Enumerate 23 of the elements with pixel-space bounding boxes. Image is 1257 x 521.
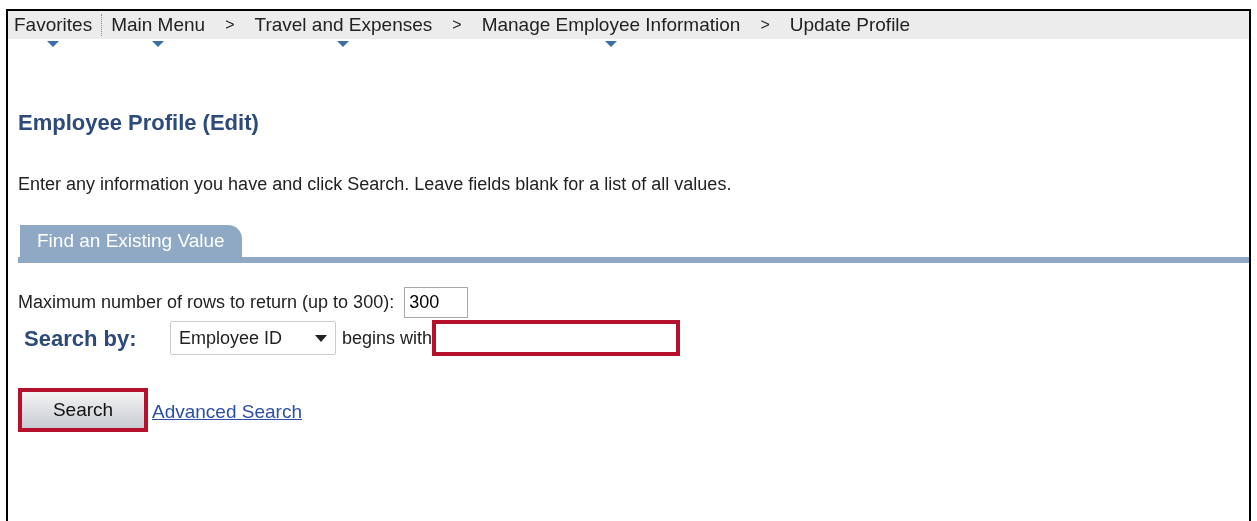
separator: > [452,15,462,35]
caret-icon [337,41,350,48]
menu-item[interactable]: Update Profile [789,1,911,49]
caret-icon [315,334,327,342]
operator-label: begins with [342,326,433,350]
separator: > [225,15,235,35]
advanced-search-link[interactable]: Advanced Search [152,397,302,426]
menu-item[interactable]: Manage Employee Information [481,1,741,49]
instructions: Enter any information you have and click Search. Leave fields blank for a list of all values. [18,175,733,193]
search-value-field[interactable] [432,320,681,356]
caret-icon [152,41,165,48]
menu-item[interactable]: Travel and Expenses [254,1,433,49]
search-by-label: Search by: [24,324,138,353]
page-title: Employee Profile (Edit) [18,112,260,134]
max-rows-label: Maximum number of rows to return (up to 300): [18,291,395,314]
field-dropdown[interactable]: Employee ID [170,321,336,355]
caret-icon [605,41,617,48]
search-button[interactable]: Search [18,388,148,432]
menu-item[interactable]: Favorites [14,1,93,49]
caret-icon [47,41,60,48]
separator: > [760,15,770,35]
max-rows-field[interactable]: 300 [404,287,469,318]
menu-item[interactable]: Main Menu [111,1,206,49]
